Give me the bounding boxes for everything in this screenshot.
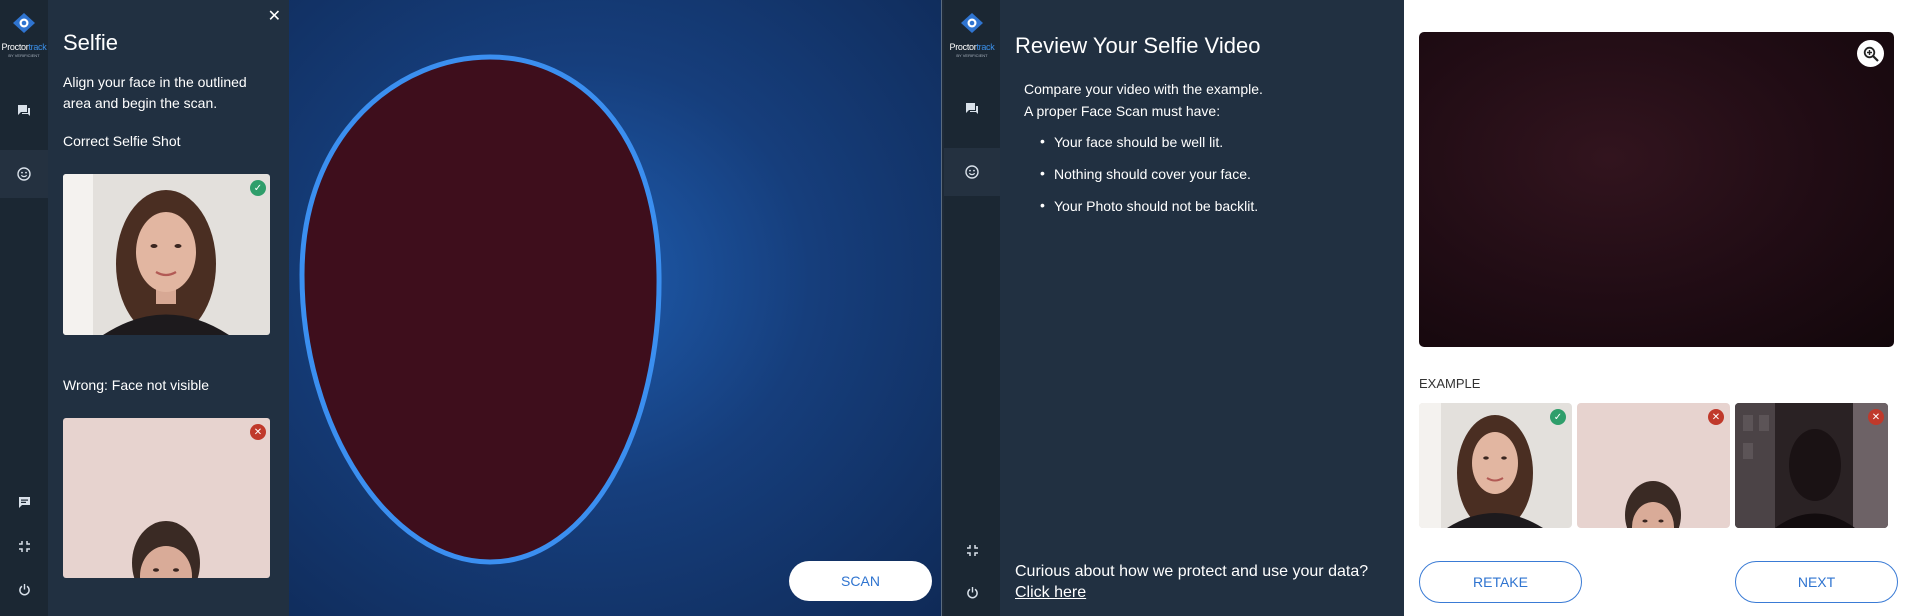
example-backlit-image bbox=[1735, 403, 1888, 528]
example-not-visible-image bbox=[1577, 403, 1730, 528]
power-button[interactable] bbox=[0, 565, 48, 613]
camera-view: SCAN bbox=[289, 0, 941, 616]
app-root: Proctortrack BY VERIFICIENT ✕ Selfie Ali… bbox=[0, 0, 1913, 616]
review-intro: Compare your video with the example. A p… bbox=[1024, 78, 1263, 122]
wrong-example-photo: ✕ bbox=[63, 418, 270, 578]
correct-photo-image bbox=[63, 174, 270, 335]
privacy-text: Curious about how we protect and use you… bbox=[1015, 563, 1369, 580]
face-outline-frame bbox=[299, 54, 662, 565]
review-title: Review Your Selfie Video bbox=[1015, 33, 1261, 58]
eye-logo-icon-2 bbox=[961, 13, 983, 33]
rule-item: Your face should be well lit. bbox=[1040, 133, 1258, 150]
collapse-button[interactable] bbox=[0, 522, 48, 570]
zoom-button[interactable] bbox=[1857, 40, 1884, 67]
next-button[interactable]: NEXT bbox=[1735, 561, 1898, 603]
wrong-shot-label: Wrong: Face not visible bbox=[63, 377, 210, 393]
page-title: Selfie bbox=[63, 30, 119, 55]
selfie-instructions-panel: ✕ Selfie Align your face in the outlined… bbox=[48, 0, 289, 616]
eye-logo-icon bbox=[13, 13, 35, 33]
face-button[interactable] bbox=[0, 150, 48, 198]
brand-name-1-2: Proctor bbox=[949, 42, 977, 52]
selfie-video-player[interactable] bbox=[1419, 32, 1894, 347]
power-icon bbox=[18, 583, 30, 595]
example-label: EXAMPLE bbox=[1419, 376, 1481, 391]
retake-button[interactable]: RETAKE bbox=[1419, 561, 1582, 603]
checkmark-icon: ✓ bbox=[250, 180, 266, 196]
example-correct-image bbox=[1419, 403, 1572, 528]
example-backlit: ✕ bbox=[1735, 403, 1888, 528]
messages-button[interactable] bbox=[0, 478, 48, 526]
chat-button[interactable] bbox=[0, 86, 48, 134]
close-icon[interactable]: ✕ bbox=[268, 6, 281, 26]
brand-byline-2: BY VERIFICIENT bbox=[956, 53, 988, 58]
error-x-icon: ✕ bbox=[250, 424, 266, 440]
instructions-text: Align your face in the outlined area and… bbox=[63, 74, 247, 111]
intro-line-2: A proper Face Scan must have: bbox=[1024, 103, 1221, 119]
collapse-icon-2 bbox=[966, 544, 978, 556]
brand-name-2-2: track bbox=[976, 42, 995, 52]
collapse-button-2[interactable] bbox=[944, 526, 1000, 574]
brand-name-2: track bbox=[28, 42, 47, 52]
power-button-2[interactable] bbox=[944, 568, 1000, 616]
error-x-icon: ✕ bbox=[1708, 409, 1724, 425]
rule-item: Your Photo should not be backlit. bbox=[1040, 197, 1258, 214]
intro-line-1: Compare your video with the example. bbox=[1024, 81, 1263, 97]
privacy-notice: Curious about how we protect and use you… bbox=[1015, 561, 1368, 603]
collapse-icon bbox=[18, 540, 30, 552]
face-icon bbox=[17, 167, 31, 181]
message-icon bbox=[18, 496, 30, 508]
chat-icon-2 bbox=[966, 102, 978, 114]
checkmark-icon: ✓ bbox=[1550, 409, 1566, 425]
brand-name-1: Proctor bbox=[1, 42, 29, 52]
review-instructions-panel: Review Your Selfie Video Compare your vi… bbox=[1000, 0, 1404, 616]
privacy-link[interactable]: Click here bbox=[1015, 584, 1086, 601]
rules-list: Your face should be well lit. Nothing sh… bbox=[1040, 133, 1258, 230]
right-side-rail: Proctortrack BY VERIFICIENT bbox=[944, 0, 1000, 616]
example-face-not-visible: ✕ bbox=[1577, 403, 1730, 528]
rule-item: Nothing should cover your face. bbox=[1040, 165, 1258, 182]
brand-logo-2: Proctortrack BY VERIFICIENT bbox=[944, 12, 1000, 58]
chat-icon bbox=[18, 104, 30, 116]
zoom-in-icon bbox=[1863, 46, 1879, 62]
brand-byline: BY VERIFICIENT bbox=[8, 53, 40, 58]
power-icon-2 bbox=[966, 586, 978, 598]
chat-button-2[interactable] bbox=[944, 84, 1000, 132]
brand-logo: Proctortrack BY VERIFICIENT bbox=[0, 12, 48, 58]
wrong-photo-image bbox=[63, 418, 270, 578]
face-icon-2 bbox=[965, 165, 979, 179]
error-x-icon: ✕ bbox=[1868, 409, 1884, 425]
correct-shot-label: Correct Selfie Shot bbox=[63, 133, 181, 149]
face-button-2[interactable] bbox=[944, 148, 1000, 196]
left-side-rail: Proctortrack BY VERIFICIENT bbox=[0, 0, 48, 616]
review-video-panel: EXAMPLE ✓ ✕ ✕ RETAKE NEXT bbox=[1404, 0, 1913, 616]
example-correct: ✓ bbox=[1419, 403, 1572, 528]
screen-divider bbox=[941, 0, 942, 616]
scan-button[interactable]: SCAN bbox=[789, 561, 932, 601]
correct-example-photo: ✓ bbox=[63, 174, 270, 335]
